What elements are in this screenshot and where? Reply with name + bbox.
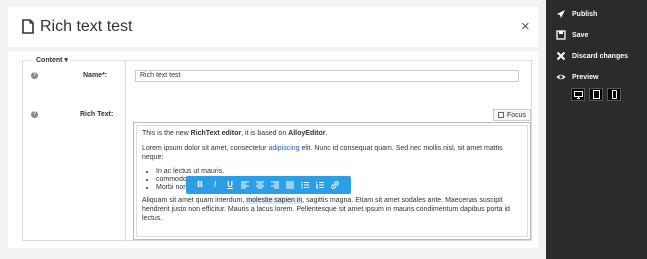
focus-button[interactable]: Focus	[493, 109, 531, 121]
save-button[interactable]: Save	[556, 30, 588, 40]
column-divider	[125, 61, 126, 242]
link-button[interactable]	[329, 179, 341, 191]
list-item: In ac lectus ut mauris.	[156, 168, 522, 176]
underline-button[interactable]: U	[224, 179, 236, 191]
main-area: Rich text test × Content ▾ ? Name*: Rich…	[0, 0, 546, 259]
align-right-button[interactable]	[269, 179, 281, 191]
bold-button[interactable]: B	[194, 179, 206, 191]
desktop-icon	[573, 90, 583, 99]
content-legend[interactable]: Content ▾	[33, 56, 71, 64]
editor-paragraph: Aliquam sit amet quam interdum, molestie…	[142, 197, 510, 222]
align-right-icon	[271, 181, 279, 189]
preview-button[interactable]: Preview	[556, 72, 598, 82]
editor-paragraph: Lorem ipsum dolor sit amet, consectetur …	[142, 145, 503, 161]
help-icon[interactable]: ?	[31, 111, 38, 118]
actions-sidebar: Publish Save Discard changes Preview	[546, 0, 647, 259]
document-icon	[22, 19, 34, 34]
selected-text[interactable]: molestie sapien in	[246, 197, 303, 204]
preview-label: Preview	[572, 73, 599, 81]
publish-icon	[556, 9, 566, 19]
eye-icon	[556, 72, 566, 82]
align-left-button[interactable]	[239, 179, 251, 191]
content-fieldset: Content ▾ ? Name*: Rich text test ? Rich…	[22, 56, 532, 242]
editor-header: Rich text test ×	[8, 7, 538, 47]
discard-label: Discard changes	[572, 52, 629, 60]
editor-link[interactable]: adipiscing	[268, 145, 299, 152]
name-label: Name*:	[83, 72, 108, 79]
mobile-icon	[611, 90, 617, 99]
ordered-list-button[interactable]	[314, 179, 326, 191]
content-panel: Content ▾ ? Name*: Rich text test ? Rich…	[8, 51, 538, 248]
link-icon	[331, 181, 339, 189]
align-justify-button[interactable]	[284, 179, 296, 191]
unordered-list-button[interactable]	[299, 179, 311, 191]
preview-modes	[571, 88, 621, 101]
align-justify-icon	[286, 181, 294, 189]
close-icon[interactable]: ×	[521, 19, 530, 34]
format-toolbar: B I U	[186, 176, 351, 194]
save-icon	[556, 30, 566, 40]
align-left-icon	[241, 181, 249, 189]
publish-button[interactable]: Publish	[556, 9, 597, 19]
expand-icon	[497, 112, 504, 118]
align-center-icon	[256, 181, 264, 189]
discard-changes-button[interactable]: Discard changes	[556, 51, 628, 61]
unordered-list-icon	[301, 181, 309, 189]
tablet-icon	[592, 90, 600, 99]
mobile-preview-button[interactable]	[607, 88, 621, 101]
align-center-button[interactable]	[254, 179, 266, 191]
ordered-list-icon	[316, 181, 324, 189]
help-icon[interactable]: ?	[31, 72, 38, 79]
italic-button[interactable]: I	[209, 179, 221, 191]
tablet-preview-button[interactable]	[589, 88, 603, 101]
editor-paragraph: This is the new RichText editor, it is b…	[142, 130, 328, 137]
page-title: Rich text test	[40, 18, 133, 35]
publish-label: Publish	[572, 10, 598, 18]
save-label: Save	[572, 31, 589, 39]
focus-label: Focus	[506, 111, 527, 119]
discard-icon	[556, 51, 566, 61]
desktop-preview-button[interactable]	[571, 88, 585, 101]
name-input[interactable]: Rich text test	[135, 70, 519, 82]
richtext-label: Rich Text:	[80, 111, 114, 118]
